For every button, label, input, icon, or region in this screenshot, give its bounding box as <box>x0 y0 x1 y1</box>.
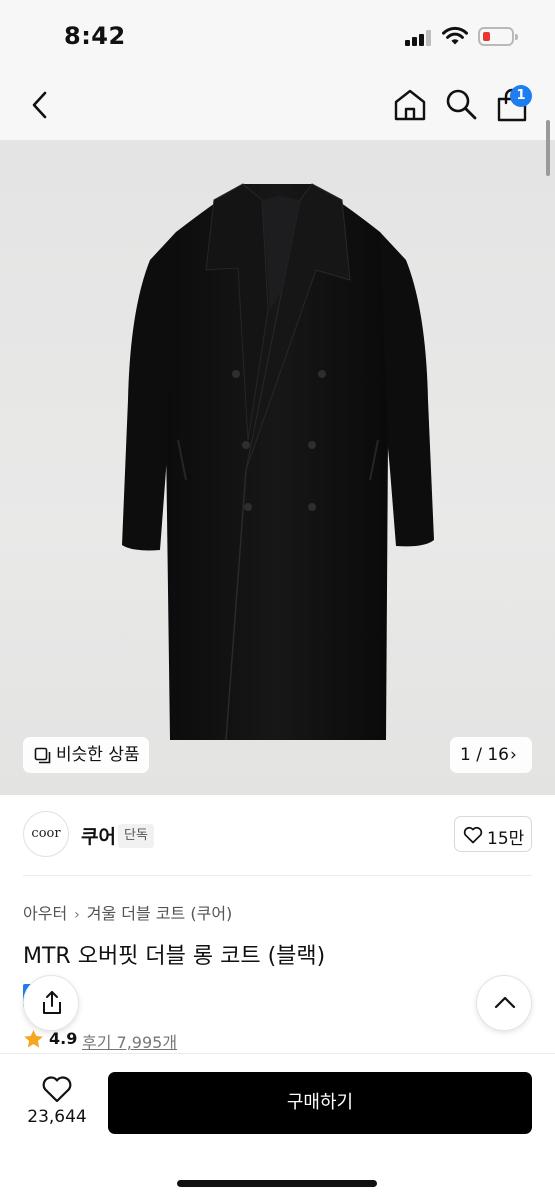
product-like-count: 23,644 <box>27 1107 87 1127</box>
similar-products-label: 비슷한 상품 <box>56 745 140 765</box>
breadcrumb-item[interactable]: 겨울 더블 코트 (쿠어) <box>87 904 233 923</box>
cart-badge: 1 <box>510 85 532 107</box>
breadcrumb-separator: › <box>74 907 80 923</box>
signal-icon <box>405 30 433 46</box>
divider <box>23 875 532 876</box>
brand-name[interactable]: 쿠어 <box>81 822 116 849</box>
home-indicator <box>177 1180 377 1187</box>
share-icon <box>43 991 61 1014</box>
heart-icon[interactable] <box>41 1075 73 1103</box>
coat-illustration <box>122 183 434 741</box>
heart-icon <box>463 826 483 844</box>
star-icon <box>24 1030 43 1048</box>
page-counter-text: 1 / 16 <box>460 745 509 765</box>
brand-like-count: 15만 <box>487 829 525 849</box>
image-page-counter[interactable]: 1 / 16 › <box>450 737 532 773</box>
breadcrumb: 아우터 › 겨울 더블 코트 (쿠어) <box>23 900 232 924</box>
scroll-to-top-button[interactable] <box>476 975 532 1031</box>
rating-value: 4.9 <box>49 1029 78 1048</box>
nav-bar <box>0 72 555 140</box>
brand-like-button[interactable]: 15만 <box>454 816 532 852</box>
copy-icon <box>34 747 51 764</box>
reviews-link[interactable]: 후기 7,995개 <box>82 1029 177 1053</box>
scroll-indicator[interactable] <box>546 120 550 176</box>
product-title: MTR 오버핏 더블 롱 코트 (블랙) <box>23 944 326 969</box>
product-image[interactable] <box>0 140 555 795</box>
battery-icon <box>478 27 518 46</box>
search-icon[interactable] <box>444 87 478 121</box>
breadcrumb-item[interactable]: 아우터 <box>23 904 67 923</box>
chevron-right-icon: › <box>510 745 517 765</box>
buy-button[interactable]: 구매하기 <box>108 1072 532 1134</box>
status-time: 8:42 <box>64 22 126 50</box>
status-bar: 8:42 <box>0 0 555 72</box>
chevron-up-icon <box>494 996 516 1009</box>
brand-logo[interactable]: coor <box>23 811 69 857</box>
share-button[interactable] <box>23 975 79 1031</box>
wifi-icon <box>442 26 468 45</box>
home-icon[interactable] <box>392 87 428 123</box>
back-icon[interactable] <box>26 88 56 122</box>
exclusive-badge: 단독 <box>118 824 154 848</box>
